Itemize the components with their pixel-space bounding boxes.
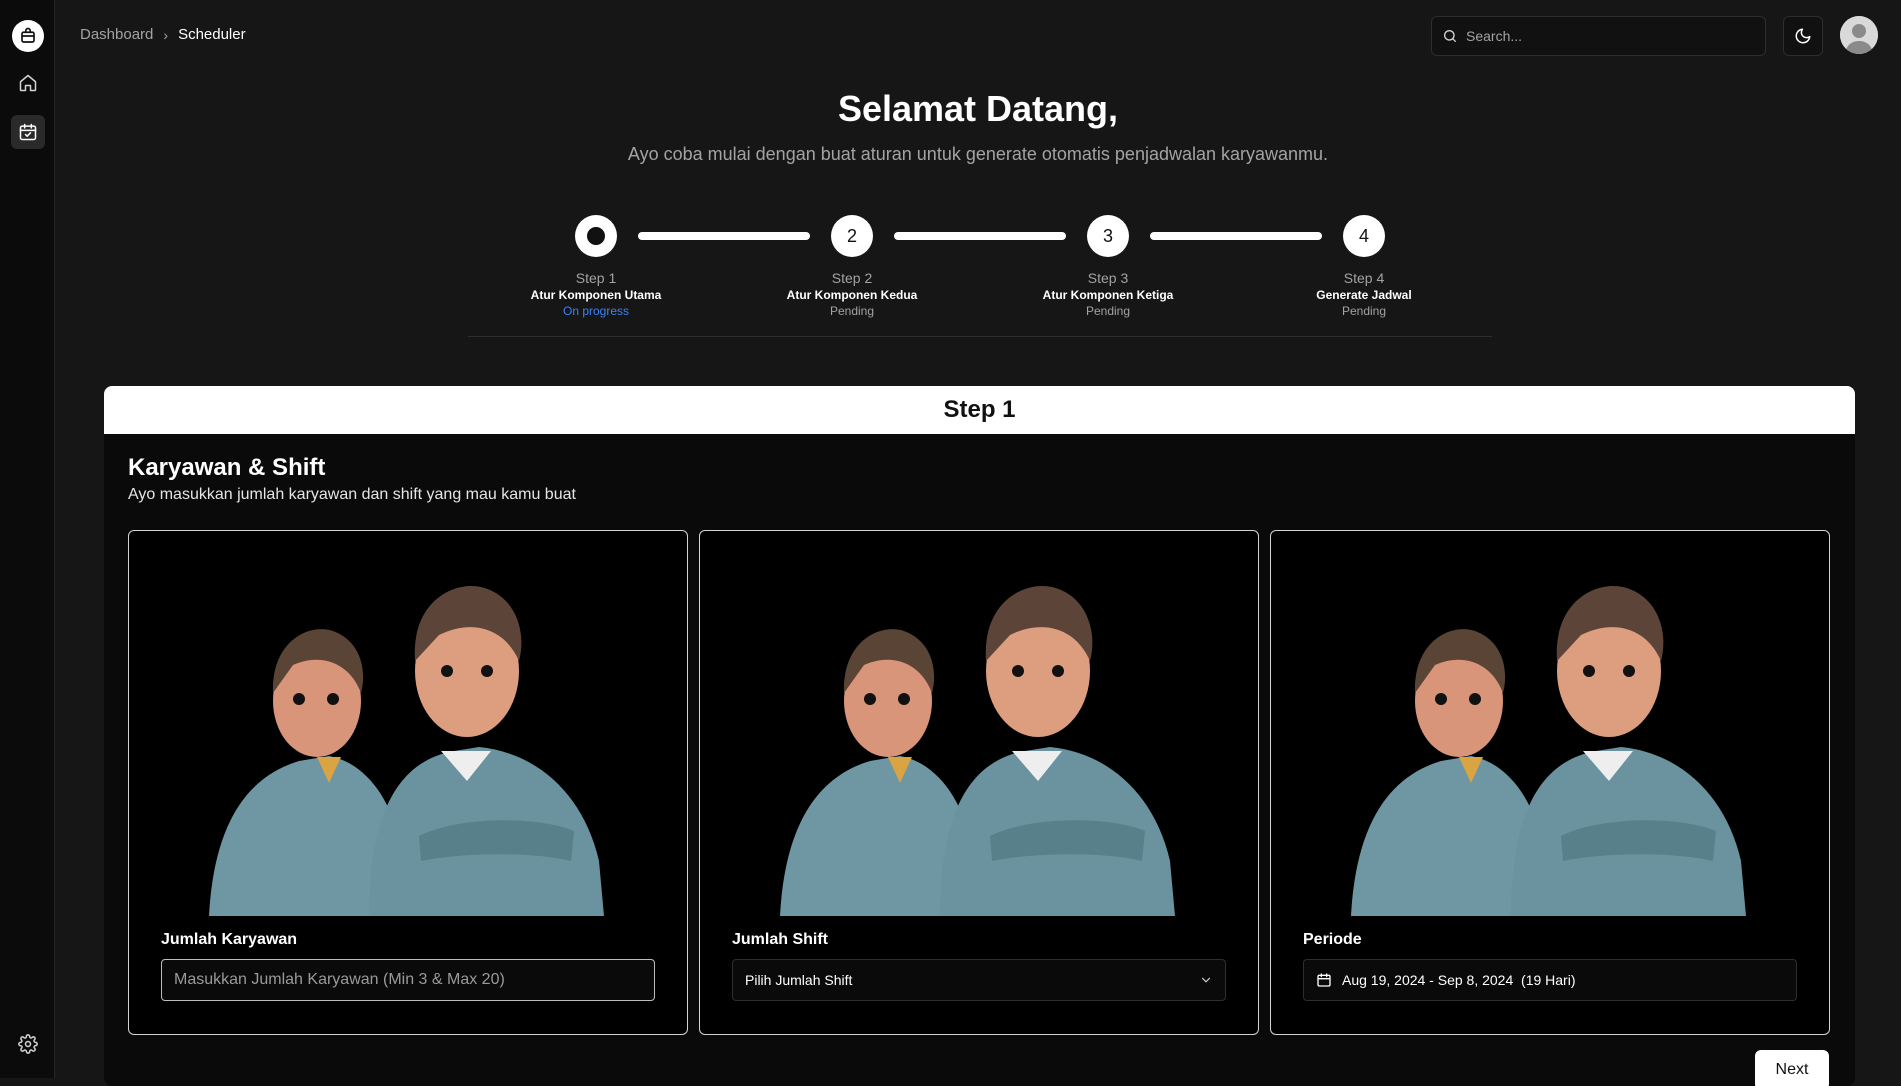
- step-name: Atur Komponen Kedua: [786, 288, 918, 302]
- step-4-indicator[interactable]: 4: [1343, 215, 1385, 257]
- section-title: Karyawan & Shift: [128, 454, 326, 481]
- period-date-picker[interactable]: Aug 19, 2024 - Sep 8, 2024 (19 Hari): [1303, 959, 1797, 1001]
- people-illustration: [780, 585, 1175, 916]
- calendar-check-icon: [19, 123, 37, 141]
- breadcrumb: Dashboard › Scheduler: [80, 26, 246, 43]
- step-connector: [1150, 232, 1322, 240]
- user-avatar-icon: [1840, 16, 1878, 54]
- sidebar-item-scheduler[interactable]: [11, 115, 45, 149]
- section-subtitle: Ayo masukkan jumlah karyawan dan shift y…: [128, 486, 576, 503]
- current-step-dot-icon: [587, 227, 605, 245]
- step-status: Pending: [829, 304, 875, 318]
- employee-count-label: Jumlah Karyawan: [161, 931, 298, 948]
- step-4-number: 4: [1358, 225, 1369, 246]
- sidebar-item-home[interactable]: [11, 66, 45, 100]
- breadcrumb-dashboard-link[interactable]: Dashboard: [80, 26, 153, 43]
- search-box: [1431, 16, 1766, 56]
- shift-count-label: Jumlah Shift: [732, 931, 829, 948]
- step-status: On progress: [562, 304, 630, 318]
- breadcrumb-current: Scheduler: [178, 26, 246, 43]
- shift-count-value: Pilih Jumlah Shift: [745, 972, 853, 988]
- page-title: Selamat Datang,: [837, 88, 1119, 129]
- step-1-text: Step 1 Atur Komponen Utama On progress: [506, 269, 686, 319]
- step-status: Pending: [1341, 304, 1387, 318]
- step-label: Step 4: [1343, 270, 1385, 286]
- sidebar-item-settings[interactable]: [11, 1027, 45, 1061]
- step-connector: [638, 232, 810, 240]
- step-2-indicator[interactable]: 2: [831, 215, 873, 257]
- gear-icon: [18, 1034, 38, 1054]
- chevron-right-icon: ›: [163, 26, 169, 43]
- calendar-icon: [1317, 973, 1331, 987]
- app-logo-icon[interactable]: [12, 20, 44, 52]
- step-3-text: Step 3 Atur Komponen Ketiga Pending: [1018, 269, 1198, 319]
- people-illustration: [209, 585, 604, 916]
- period-card: Periode Aug 19, 2024 - Sep 8, 2024 (19 H…: [1270, 530, 1830, 1035]
- search-input[interactable]: [1466, 28, 1746, 44]
- step-label: Step 2: [831, 270, 873, 286]
- home-icon: [19, 74, 37, 92]
- step-name: Atur Komponen Ketiga: [1042, 288, 1174, 302]
- employee-count-input[interactable]: [174, 971, 642, 989]
- step-1-indicator[interactable]: [575, 215, 617, 257]
- search-icon: [1444, 30, 1456, 42]
- theme-toggle-button[interactable]: [1783, 16, 1823, 56]
- step-4-text: Step 4 Generate Jadwal Pending: [1274, 269, 1454, 319]
- shift-count-card: Jumlah Shift Pilih Jumlah Shift: [699, 530, 1259, 1035]
- people-illustration: [1351, 585, 1746, 916]
- divider: [468, 336, 1492, 337]
- employee-count-card: Jumlah Karyawan: [128, 530, 688, 1035]
- step-status: Pending: [1085, 304, 1131, 318]
- employee-count-field: [161, 959, 655, 1001]
- chevron-down-icon: [1201, 977, 1211, 983]
- step-panel: Step 1 Karyawan & Shift Ayo masukkan jum…: [104, 386, 1855, 1086]
- step-2-number: 2: [846, 225, 857, 246]
- avatar[interactable]: [1840, 16, 1878, 54]
- panel-header: Step 1: [104, 386, 1855, 434]
- shift-count-select[interactable]: Pilih Jumlah Shift: [732, 959, 1226, 1001]
- step-3-number: 3: [1102, 225, 1113, 246]
- step-label: Step 3: [1087, 270, 1129, 286]
- period-label: Periode: [1303, 931, 1362, 948]
- step-connector: [894, 232, 1066, 240]
- next-button[interactable]: Next: [1755, 1050, 1829, 1086]
- step-2-text: Step 2 Atur Komponen Kedua Pending: [762, 269, 942, 319]
- moon-icon: [1795, 28, 1811, 44]
- step-name: Atur Komponen Utama: [530, 288, 662, 302]
- step-3-indicator[interactable]: 3: [1087, 215, 1129, 257]
- step-label: Step 1: [575, 270, 617, 286]
- step-name: Generate Jadwal: [1316, 288, 1412, 302]
- stepper: 2 3 4 Step 1 Atur Komponen Utama On prog…: [468, 215, 1492, 337]
- period-value: Aug 19, 2024 - Sep 8, 2024 (19 Hari): [1342, 972, 1576, 988]
- page-subtitle: Ayo coba mulai dengan buat aturan untuk …: [627, 144, 1329, 164]
- sidebar: [0, 0, 55, 1078]
